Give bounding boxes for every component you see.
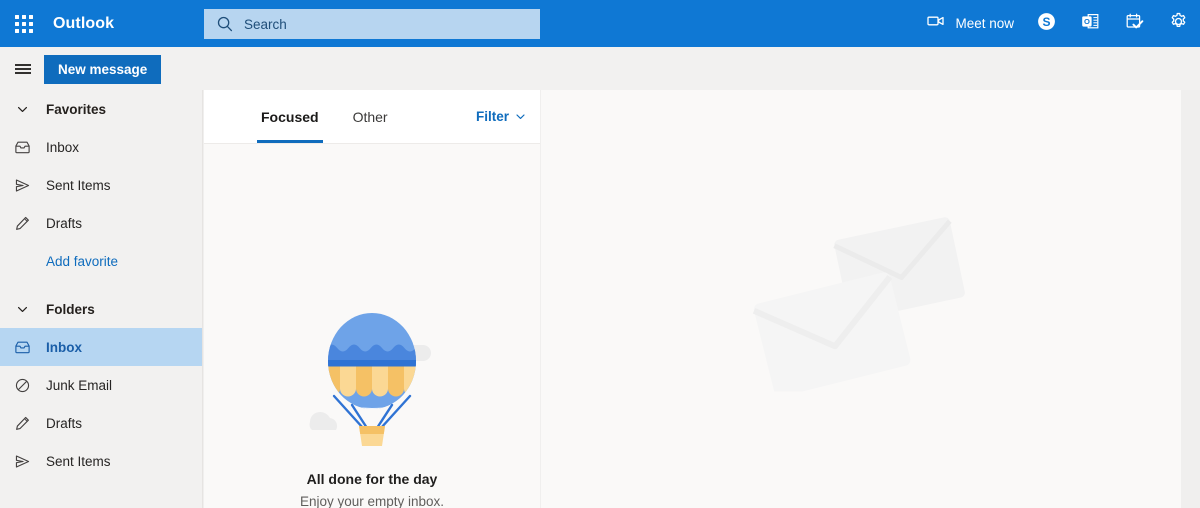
sidebar-item-favorites-drafts[interactable]: Drafts [0,204,202,242]
reading-pane [541,90,1181,508]
tab-focused[interactable]: Focused [257,90,323,143]
sidebar-group-folders[interactable]: Folders [0,290,202,328]
app-header: Outlook Search Meet now S O [0,0,1200,47]
skype-icon: S [1036,11,1057,37]
sidebar-item-label: Drafts [46,215,83,231]
outlook-web-app: Outlook Search Meet now S O New message … [0,0,1200,508]
sidebar-item-folders-inbox[interactable]: Inbox [0,328,202,366]
sidebar-group-title: Favorites [46,101,107,117]
task-checkmark-icon [1124,11,1145,37]
pencil-icon [8,204,36,242]
add-favorite-label: Add favorite [46,253,119,269]
skype-button[interactable]: S [1024,0,1068,47]
sidebar-item-folders-junk-email[interactable]: Junk Email [0,366,202,404]
brand-outlook[interactable]: Outlook [53,15,114,33]
empty-state: All done for the day Enjoy your empty in… [204,144,540,508]
sidebar-item-folders-drafts[interactable]: Drafts [0,404,202,442]
sidebar-item-folders-sent-items[interactable]: Sent Items [0,442,202,480]
sidebar-item-label: Inbox [46,139,80,155]
sidebar-item-label: Junk Email [46,377,113,393]
sidebar-group-title: Folders [46,301,95,317]
video-camera-icon [926,11,946,36]
sidebar-item-label: Drafts [46,415,83,431]
filter-label: Filter [475,109,509,124]
search-box[interactable]: Search [204,9,540,39]
hot-air-balloon-illustration [306,304,438,457]
sidebar: Favorites Inbox Sent Items Drafts Add fa… [0,90,203,508]
pencil-icon [8,404,36,442]
block-icon [8,366,36,404]
meet-now-button[interactable]: Meet now [920,0,1024,47]
sidebar-item-favorites-sent-items[interactable]: Sent Items [0,166,202,204]
gear-icon [1168,11,1189,37]
empty-state-title: All done for the day [306,471,438,487]
envelopes-illustration [741,202,981,397]
outlook-app-icon: O [1080,11,1101,37]
message-list-header: Focused Other Filter [204,90,540,144]
inbox-icon [8,328,36,366]
message-list-pane: Focused Other Filter All done for the da… [204,90,540,508]
new-message-button[interactable]: New message [44,55,162,84]
empty-state-subtitle: Enjoy your empty inbox. [299,494,445,508]
sidebar-item-label: Inbox [46,339,82,355]
command-bar: New message [0,47,1200,90]
hamburger-icon[interactable] [10,56,36,82]
settings-button[interactable] [1156,0,1200,47]
tab-other[interactable]: Other [349,90,392,143]
chevron-down-icon [8,290,36,328]
send-icon [8,442,36,480]
svg-text:S: S [1042,14,1050,28]
sidebar-group-favorites[interactable]: Favorites [0,90,202,128]
meet-now-label: Meet now [955,16,1014,31]
send-icon [8,166,36,204]
search-input[interactable]: Search [244,17,287,32]
add-favorite-link[interactable]: Add favorite [0,242,202,280]
svg-text:O: O [1083,17,1089,26]
search-icon [216,15,234,33]
waffle-grid-icon [15,14,33,33]
outlook-app-button[interactable]: O [1068,0,1112,47]
filter-button[interactable]: Filter [476,90,526,143]
sidebar-item-label: Sent Items [46,453,111,469]
sidebar-item-label: Sent Items [46,177,111,193]
inbox-icon [8,128,36,166]
app-launcher-button[interactable] [0,0,48,47]
chevron-down-icon [515,111,526,122]
tasks-button[interactable] [1112,0,1156,47]
header-actions: Meet now S O [920,0,1200,47]
sidebar-item-favorites-inbox[interactable]: Inbox [0,128,202,166]
chevron-down-icon [8,90,36,128]
